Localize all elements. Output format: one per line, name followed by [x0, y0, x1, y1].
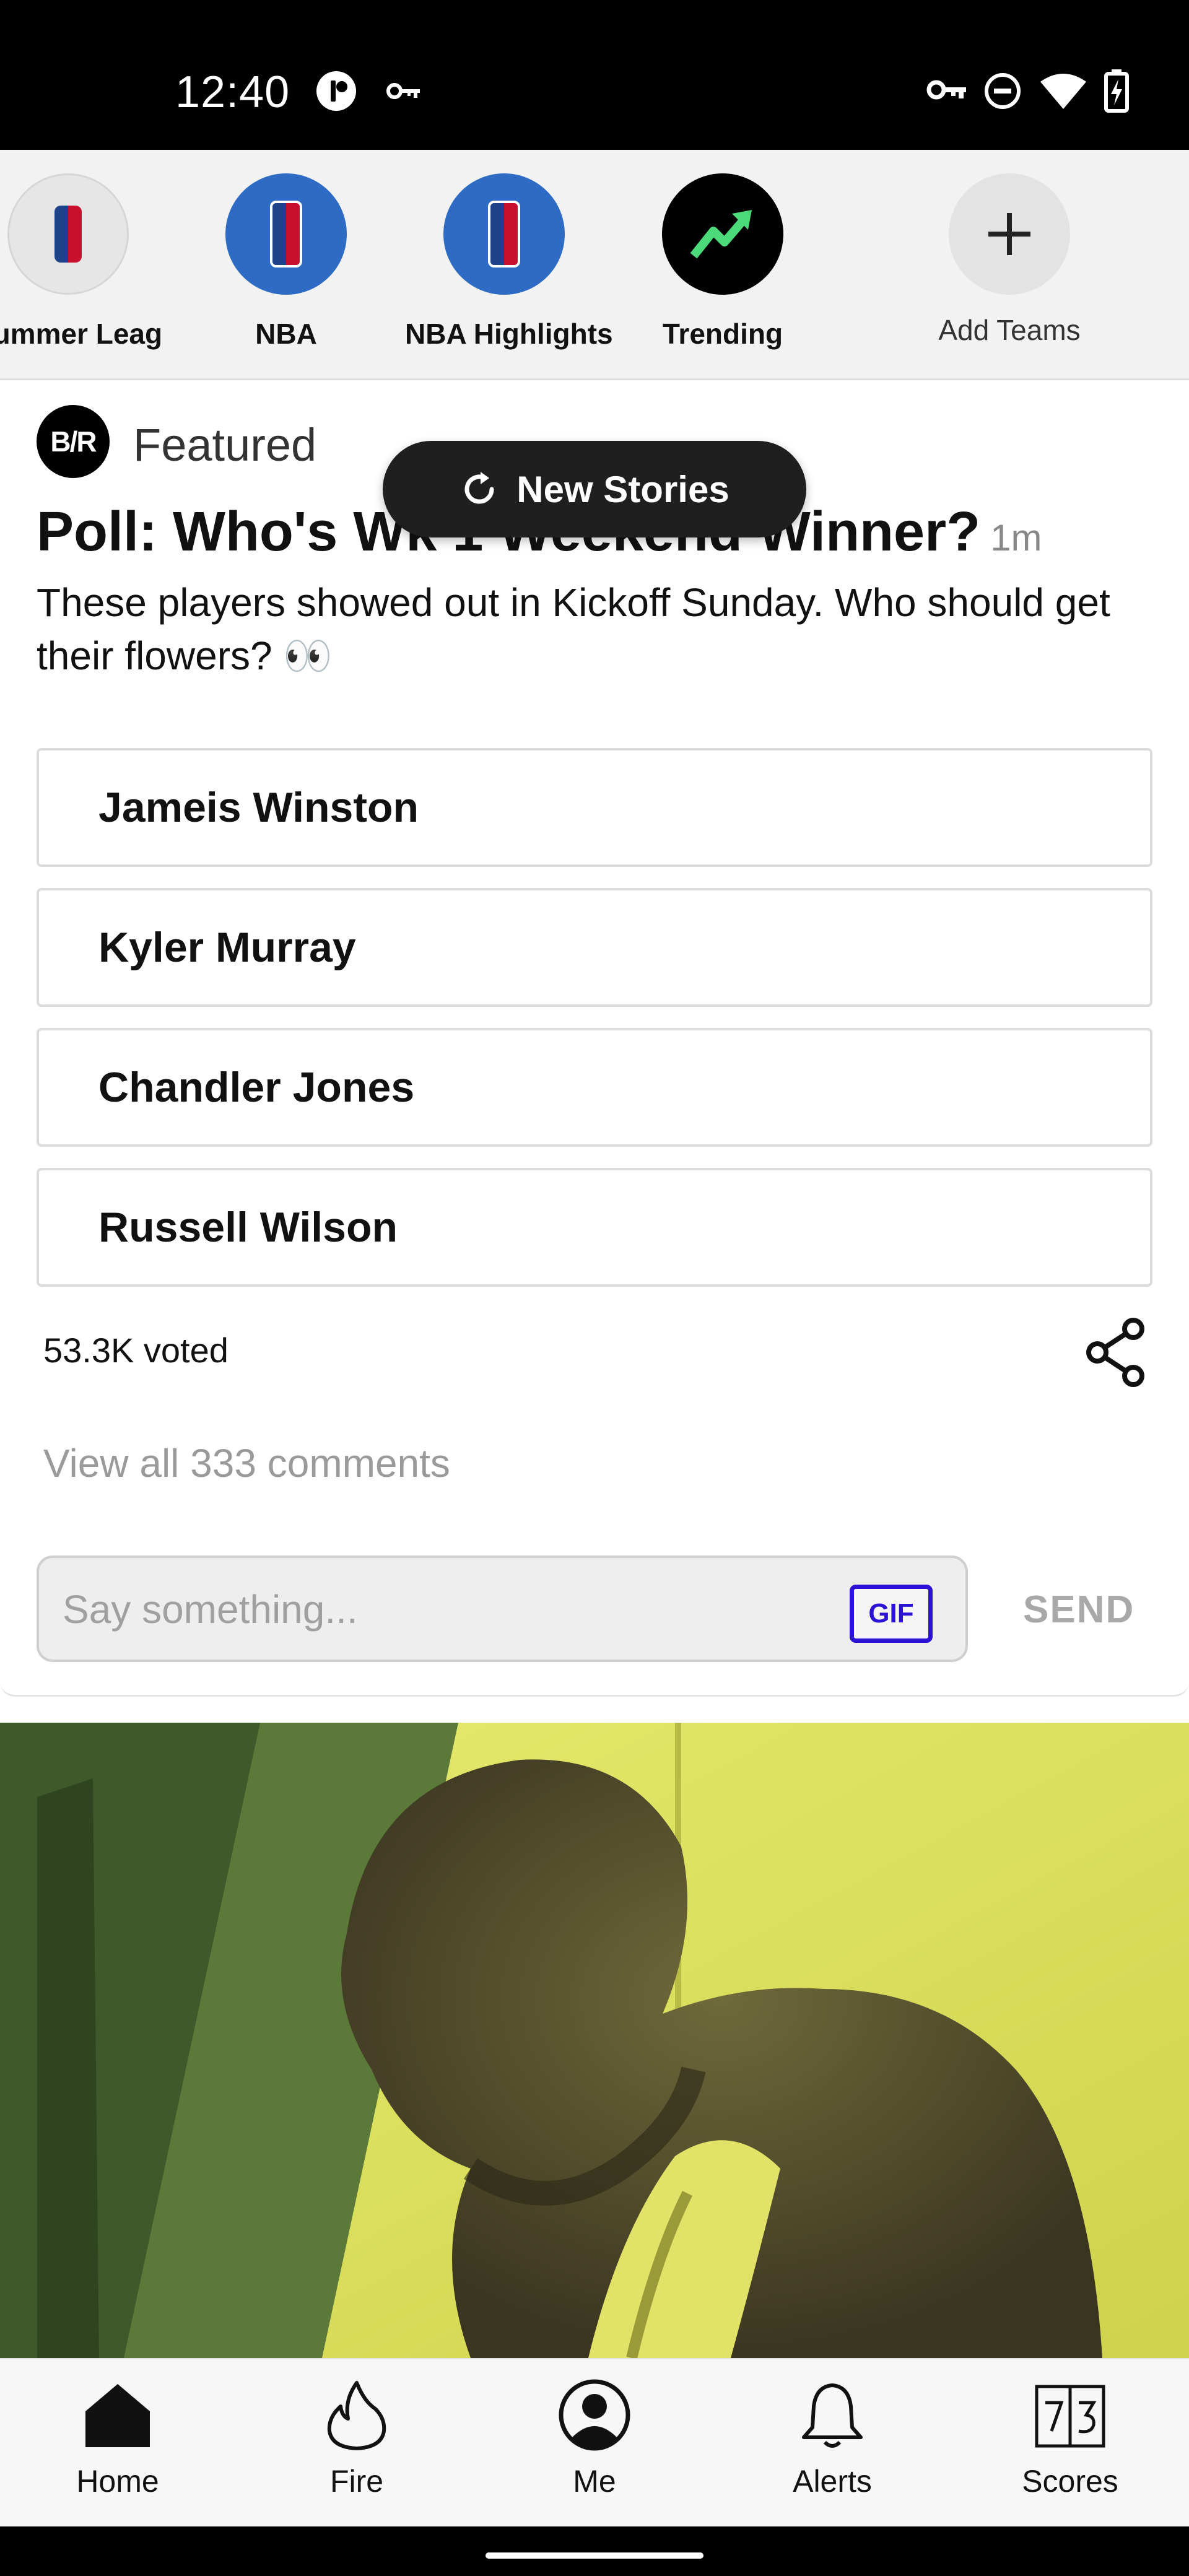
status-bar: 12:40 — [0, 0, 1189, 150]
story-image[interactable] — [0, 1723, 1189, 2358]
nba-logo-icon — [443, 173, 565, 295]
do-not-disturb-icon — [985, 73, 1021, 109]
poll-time: 1m — [990, 517, 1042, 559]
battery-charging-icon — [1104, 69, 1129, 113]
bottom-navigation: Home Fire Me Alerts Scores — [0, 2358, 1189, 2526]
new-stories-button[interactable]: New Stories — [383, 441, 806, 537]
bell-icon — [802, 2383, 863, 2448]
vpn-key-icon — [926, 80, 966, 100]
poll-option[interactable]: Kyler Murray — [37, 888, 1152, 1007]
poll-option[interactable]: Chandler Jones — [37, 1028, 1152, 1147]
nav-label: Scores — [1022, 2464, 1118, 2499]
team-label: Summer Leag — [0, 318, 163, 350]
gif-button[interactable]: GIF — [850, 1585, 933, 1643]
featured-label: Featured — [133, 419, 317, 471]
team-label: Add Teams — [938, 314, 1081, 346]
trending-icon — [662, 173, 783, 295]
vpn-key-icon — [386, 83, 420, 99]
comment-placeholder: Say something... — [63, 1587, 358, 1632]
vote-count: 53.3K voted — [43, 1331, 229, 1370]
nav-fire[interactable]: Fire — [264, 2378, 450, 2499]
nav-me[interactable]: Me — [502, 2378, 687, 2499]
nav-label: Home — [76, 2464, 159, 2499]
poll-option[interactable]: Jameis Winston — [37, 748, 1152, 867]
nav-scores[interactable]: Scores — [977, 2378, 1163, 2499]
fire-icon — [327, 2381, 386, 2450]
nav-home[interactable]: Home — [25, 2378, 211, 2499]
nav-label: Fire — [329, 2464, 384, 2499]
nba-logo-icon — [7, 173, 129, 295]
nav-label: Alerts — [793, 2464, 872, 2499]
refresh-icon — [464, 472, 494, 504]
home-gesture-handle[interactable] — [486, 2552, 703, 2559]
nav-label: Me — [573, 2464, 616, 2499]
team-summer-league[interactable]: Summer Leag — [0, 173, 167, 350]
poll-option[interactable]: Russell Wilson — [37, 1168, 1152, 1287]
featured-poll-card: B/R Featured New Stories Poll: Who's Wk … — [0, 380, 1189, 1697]
view-all-comments-link[interactable]: View all 333 comments — [43, 1440, 450, 1486]
new-stories-label: New Stories — [516, 468, 730, 510]
profile-icon — [559, 2379, 630, 2451]
team-nba-highlights[interactable]: NBA Highlights — [405, 173, 613, 350]
team-trending[interactable]: Trending — [624, 173, 822, 350]
wifi-icon — [1040, 74, 1086, 109]
add-teams-button[interactable]: Add Teams — [910, 173, 1108, 347]
app-badge-icon — [316, 71, 356, 111]
bleacher-report-logo: B/R — [37, 405, 110, 478]
poll-description: These players showed out in Kickoff Sund… — [37, 580, 1110, 678]
teams-strip: Summer Leag NBA NBA Highlights Trending … — [0, 150, 1189, 380]
gesture-bar — [0, 2526, 1189, 2576]
comment-input[interactable]: Say something... GIF — [37, 1556, 968, 1662]
plus-icon — [949, 173, 1070, 295]
status-time: 12:40 — [175, 67, 290, 117]
nba-logo-icon — [225, 173, 347, 295]
share-icon[interactable] — [1080, 1316, 1152, 1388]
home-icon — [85, 2384, 150, 2447]
nav-alerts[interactable]: Alerts — [739, 2378, 925, 2499]
story-photo — [0, 1723, 1189, 2358]
team-label: NBA — [255, 318, 317, 350]
team-label: Trending — [662, 318, 783, 350]
team-nba[interactable]: NBA — [187, 173, 385, 350]
team-label: NBA Highlights — [405, 318, 613, 350]
scores-icon — [1035, 2385, 1105, 2448]
send-button[interactable]: SEND — [1023, 1588, 1135, 1632]
